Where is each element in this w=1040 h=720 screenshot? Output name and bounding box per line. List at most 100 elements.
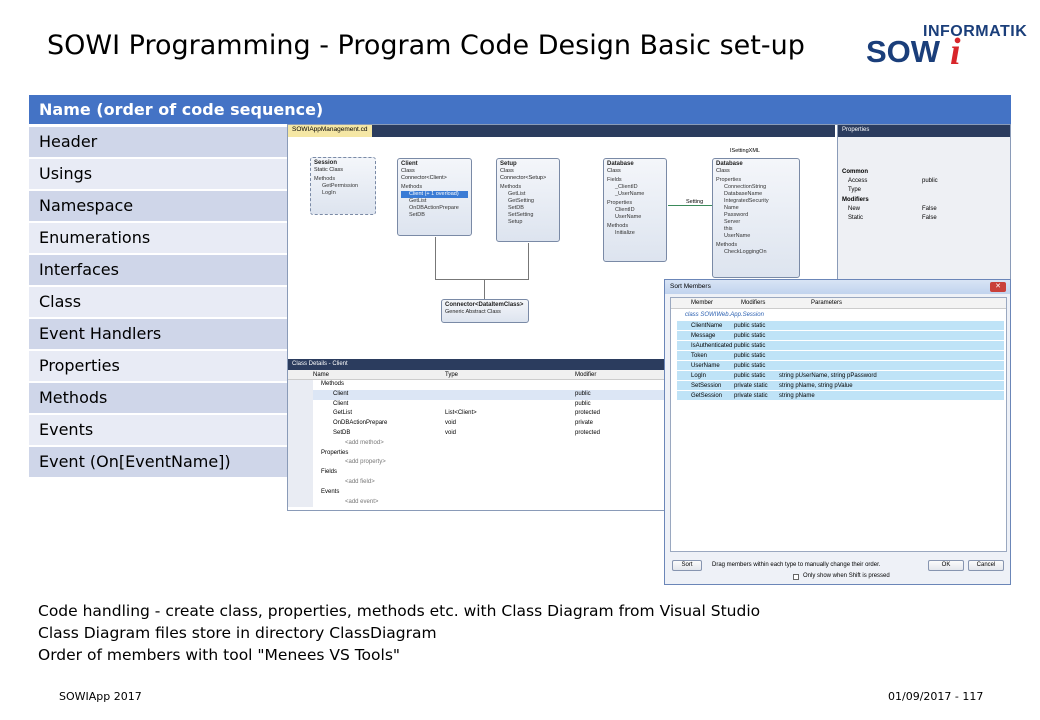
dialog-title: Sort Members xyxy=(665,280,1010,294)
section-label: Properties xyxy=(716,177,742,183)
close-button[interactable]: ✕ xyxy=(990,282,1006,292)
column-header[interactable]: Type xyxy=(445,370,575,379)
setup-class-box[interactable]: Setup Class Connector<Setup> Methods Get… xyxy=(496,158,560,242)
section-row: Methods xyxy=(288,380,666,390)
slide-caption: Code handling - create class, properties… xyxy=(38,600,760,666)
member-item: _ClientID xyxy=(615,184,638,190)
table-row: Header xyxy=(29,127,287,157)
member-item: IntegratedSecurity xyxy=(724,198,769,204)
member-item: UserName xyxy=(615,214,642,220)
table-row: Event Handlers xyxy=(29,319,287,349)
slide-title: SOWI Programming - Program Code Design B… xyxy=(47,30,805,61)
column-header[interactable]: Modifier xyxy=(575,370,655,379)
table-row: Enumerations xyxy=(29,223,287,253)
table-row[interactable]: Client public xyxy=(288,389,666,400)
section-label: Methods xyxy=(607,223,629,229)
class-kind: Static Class xyxy=(314,167,344,173)
property-row[interactable]: Type xyxy=(838,186,1010,195)
property-category: Common xyxy=(842,169,868,175)
list-item[interactable]: SetSession private static string pName, st… xyxy=(677,381,1004,391)
section-label: Methods xyxy=(500,184,522,190)
caption-line: Code handling - create class, properties… xyxy=(38,602,761,620)
class-kind: Generic Abstract Class xyxy=(445,309,501,315)
shift-checkbox[interactable] xyxy=(793,574,799,580)
ok-button[interactable]: OK xyxy=(928,560,964,571)
section-label: Methods xyxy=(716,242,738,248)
inheritance-line xyxy=(435,279,529,280)
database-class-box[interactable]: Database Class Fields _ClientID _UserNam… xyxy=(603,158,667,262)
list-item[interactable]: Token public static xyxy=(677,351,1004,361)
drag-hint-text: Drag members within each type to manuall… xyxy=(712,562,881,568)
table-row[interactable]: SetDB void protected xyxy=(288,428,666,439)
list-item[interactable]: IsAuthenticated public static xyxy=(677,341,1004,351)
logo-i-glyph: i xyxy=(950,31,961,73)
property-row[interactable]: Access public xyxy=(838,177,1010,186)
class-details-title: Class Details - Client xyxy=(288,359,666,370)
connector-class-box[interactable]: Connector<DataItemClass> Generic Abstrac… xyxy=(441,299,529,323)
class-details-panel: Class Details - Client Name Type Modifie… xyxy=(288,359,666,510)
add-property-row[interactable]: <add property> xyxy=(288,458,666,469)
document-tab-bar: SOWIAppManagement.cd xyxy=(288,125,835,137)
list-item[interactable]: ClientName public static xyxy=(677,321,1004,331)
class-kind: Class xyxy=(401,168,415,174)
member-item: SetDB xyxy=(409,212,425,218)
member-item: Client (+ 1 overload) xyxy=(401,191,468,198)
member-item: DatabaseName xyxy=(724,191,763,197)
setting-class-box[interactable]: Database Class Properties ConnectionStri… xyxy=(712,158,800,278)
column-header[interactable]: Modifiers xyxy=(731,298,801,308)
member-item: ConnectionString xyxy=(724,184,767,190)
table-row[interactable]: Client public xyxy=(288,399,666,410)
column-header[interactable]: Parameters xyxy=(801,298,842,308)
code-sequence-table: Name (order of code sequence) xyxy=(29,95,1011,124)
logo-sow-text: SOW xyxy=(866,34,941,69)
member-item: GetPermission xyxy=(322,183,359,189)
session-class-box[interactable]: Session Static Class Methods GetPermissi… xyxy=(310,157,376,215)
list-item[interactable]: Message public static xyxy=(677,331,1004,341)
member-item: Server xyxy=(724,219,741,225)
tab-class-diagram-file[interactable]: SOWIAppManagement.cd xyxy=(288,125,372,137)
class-kind: Class xyxy=(716,168,730,174)
member-item: GetList xyxy=(508,191,526,197)
cancel-button[interactable]: Cancel xyxy=(968,560,1004,571)
table-row[interactable]: GetList List<Client> protected xyxy=(288,409,666,420)
member-item: Password xyxy=(724,212,749,218)
class-name: Database xyxy=(607,161,634,167)
column-header[interactable]: Name xyxy=(313,370,445,379)
section-label: Properties xyxy=(607,200,633,206)
add-method-row[interactable]: <add method> xyxy=(288,438,666,449)
client-class-box[interactable]: Client Class Connector<Client> Methods C… xyxy=(397,158,472,236)
class-kind: Class xyxy=(607,168,621,174)
member-item: SetSetting xyxy=(508,212,534,218)
member-item: Name xyxy=(724,205,739,211)
class-name: Database xyxy=(716,161,743,167)
inheritance-line xyxy=(484,279,485,299)
list-item[interactable]: LogIn public static string pUserName, stri… xyxy=(677,371,1004,381)
class-name: Setup xyxy=(500,161,517,167)
section-label: Methods xyxy=(314,176,336,182)
list-item[interactable]: UserName public static xyxy=(677,361,1004,371)
sowi-logo: INFORMATIK SOW i xyxy=(866,20,1036,73)
section-label: Fields xyxy=(607,177,622,183)
member-item: this xyxy=(724,226,733,232)
property-row[interactable]: Static False xyxy=(838,214,1010,223)
class-name: Session xyxy=(314,160,338,166)
column-header[interactable]: Member xyxy=(671,298,731,308)
member-item: LogIn xyxy=(322,190,336,196)
caption-line: Class Diagram files store in directory C… xyxy=(38,624,437,642)
base-class: Connector<Client> xyxy=(401,175,447,181)
member-item: GetSetting xyxy=(508,198,534,204)
add-event-row[interactable]: <add event> xyxy=(288,497,666,508)
member-item: UserName xyxy=(724,233,751,239)
class-group-label[interactable]: class SOWIWeb.App.Session xyxy=(671,309,1006,321)
table-row: Properties xyxy=(29,351,287,381)
table-row[interactable]: OnDBActionPrepare void private xyxy=(288,419,666,429)
add-field-row[interactable]: <add field> xyxy=(288,477,666,488)
sort-button[interactable]: Sort xyxy=(672,560,702,571)
section-row: Properties xyxy=(288,448,666,459)
property-row[interactable]: New False xyxy=(838,205,1010,214)
caption-line: Order of members with tool "Menees VS To… xyxy=(38,646,401,664)
base-class: Connector<Setup> xyxy=(500,175,547,181)
list-item[interactable]: GetSession private static string pName xyxy=(677,391,1004,401)
table-row: Events xyxy=(29,415,287,445)
member-item: GetList xyxy=(409,198,427,204)
